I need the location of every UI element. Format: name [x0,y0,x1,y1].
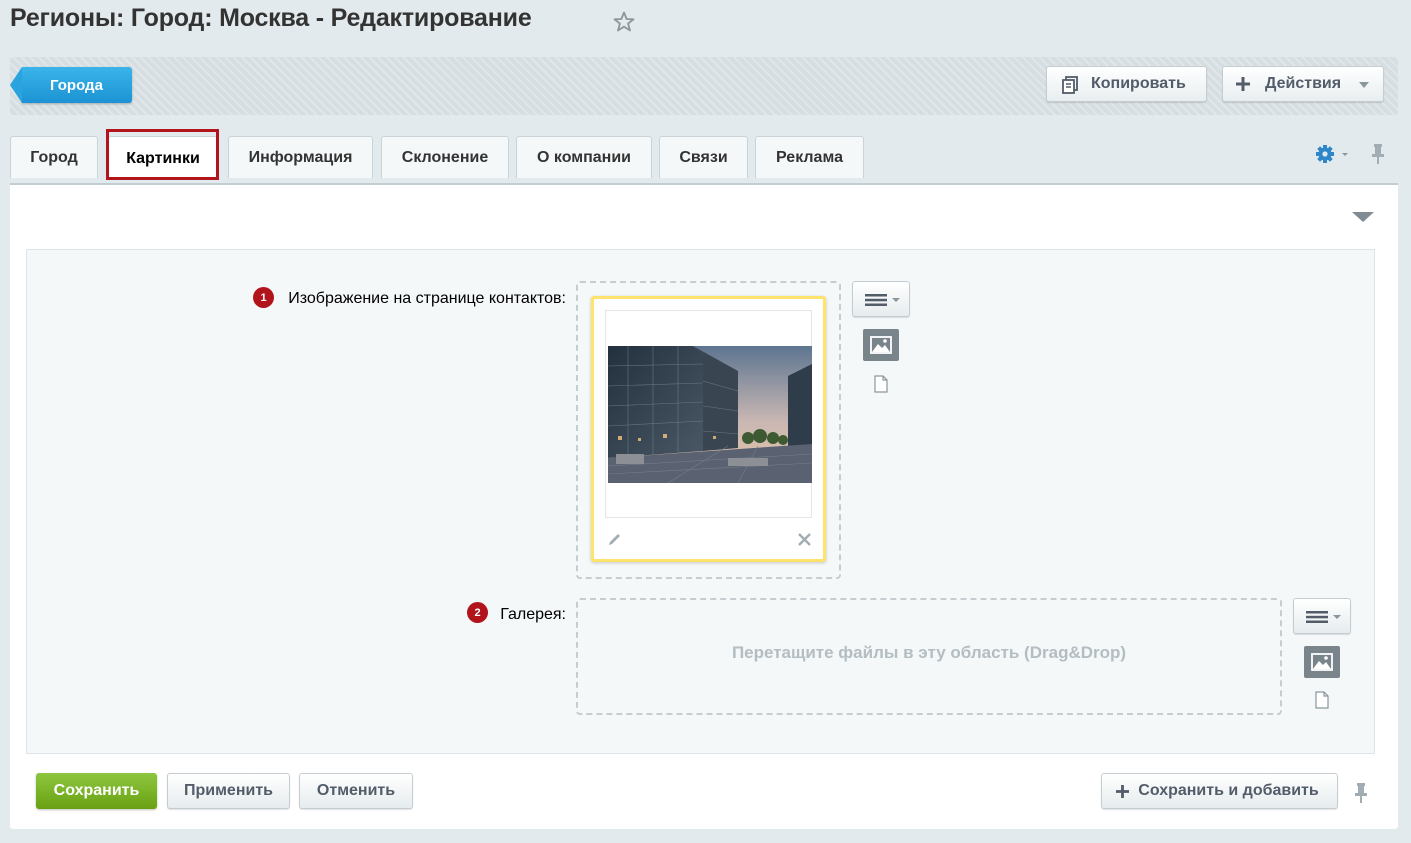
plus-icon [1236,77,1250,91]
hamburger-menu-icon [865,294,900,306]
hamburger-menu-icon [1306,611,1341,623]
copy-icon [1062,76,1078,94]
actions-button[interactable]: Действия [1222,66,1384,102]
image-icon[interactable] [863,329,899,361]
actions-button-label: Действия [1265,75,1342,92]
star-icon[interactable] [612,10,636,34]
save-and-add-button[interactable]: Сохранить и добавить [1101,773,1338,809]
cancel-button[interactable]: Отменить [299,773,413,809]
tab-about-company[interactable]: О компании [516,136,652,178]
cancel-button-label: Отменить [316,782,396,799]
save-and-add-label: Сохранить и добавить [1138,782,1319,799]
close-icon[interactable] [798,533,811,546]
contact-image-label: Изображение на странице контактов: [288,290,566,307]
tab-declension[interactable]: Склонение [381,136,509,178]
page-title: Регионы: Город: Москва - Редактирование [10,4,532,32]
copy-button-label: Копировать [1091,75,1186,92]
tab-label: О компании [537,148,631,166]
tab-label: Реклама [776,148,843,166]
gallery-label: Галерея: [500,606,566,623]
gear-icon[interactable] [1315,144,1351,164]
gallery-drop-hint: Перетащите файлы в эту область (Drag&Dro… [731,643,1127,662]
copy-button[interactable]: Копировать [1046,66,1207,102]
tab-label: Информация [248,148,353,166]
file-icon[interactable] [873,375,889,393]
field-badge: 1 [253,287,274,308]
image-preview-frame [605,310,812,518]
tab-pictures[interactable]: Картинки [108,136,218,180]
tab-label: Картинки [126,149,200,167]
save-button-label: Сохранить [53,782,140,799]
pin-icon[interactable] [1370,143,1386,165]
tab-label: Город [30,148,78,166]
building-photo [608,346,812,483]
back-button-label: Города [50,76,103,94]
collapse-arrow-icon[interactable] [1352,212,1374,222]
apply-button-label: Применить [183,782,273,799]
tab-advertising[interactable]: Реклама [755,136,864,178]
file-icon[interactable] [1314,691,1330,709]
tab-city[interactable]: Город [10,136,98,178]
gallery-menu-button[interactable] [1293,598,1351,634]
tab-links[interactable]: Связи [659,136,748,178]
tab-label: Склонение [401,148,489,166]
plus-icon [1116,785,1129,798]
image-preview-card[interactable] [591,296,826,562]
pin-icon[interactable] [1353,782,1369,804]
back-to-cities-button[interactable]: Города [10,67,132,103]
save-button[interactable]: Сохранить [36,773,157,809]
field-menu-button[interactable] [852,281,910,317]
apply-button[interactable]: Применить [167,773,290,809]
image-icon[interactable] [1304,646,1340,678]
field-badge: 2 [467,602,488,623]
tab-information[interactable]: Информация [228,136,373,178]
edit-pencil-icon[interactable] [607,531,623,547]
tab-label: Связи [679,148,728,166]
chevron-down-icon [1359,82,1369,88]
